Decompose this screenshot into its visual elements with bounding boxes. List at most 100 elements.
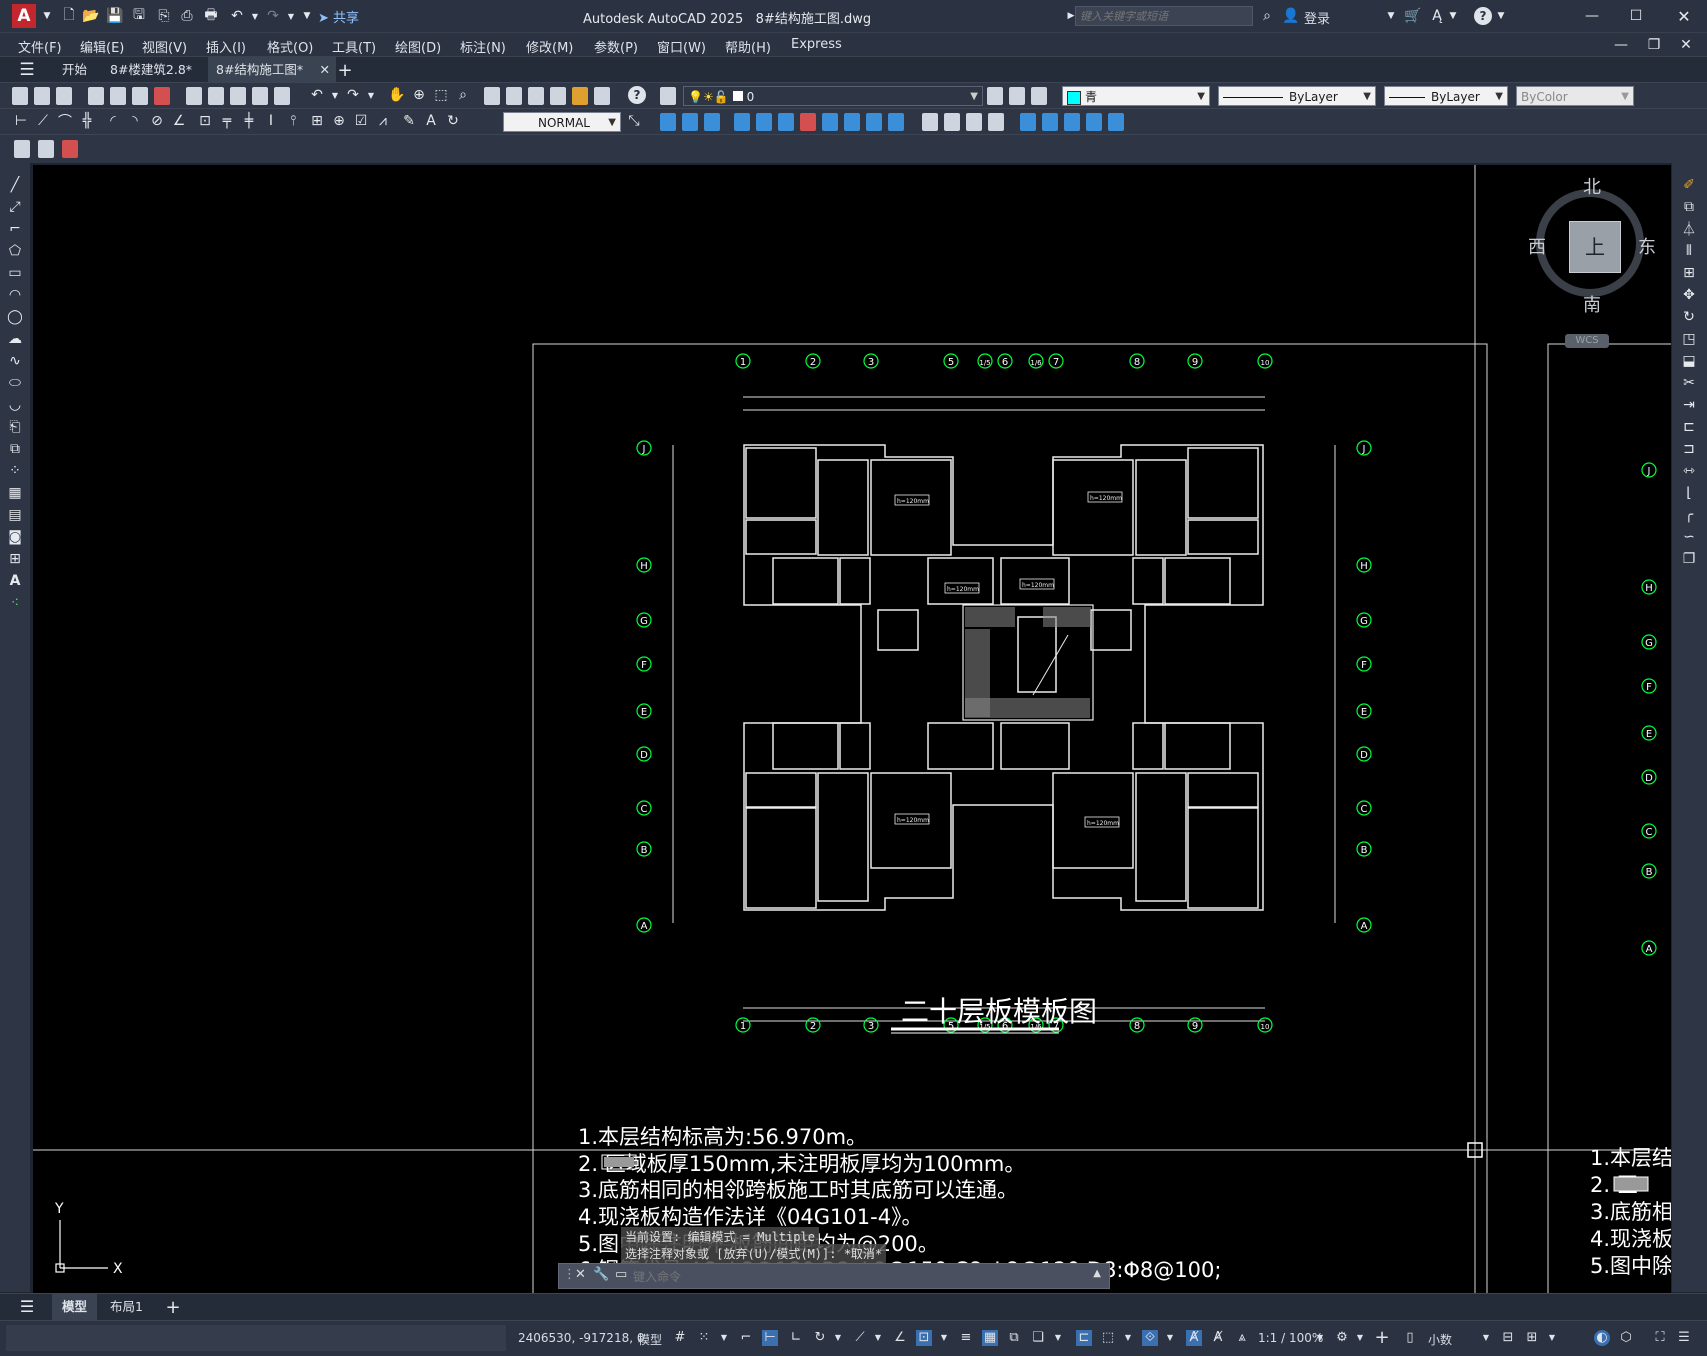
insert-block-icon[interactable]: ⎗ bbox=[6, 418, 24, 436]
search-input[interactable] bbox=[1075, 6, 1253, 26]
pan-icon[interactable]: ✋ bbox=[388, 86, 406, 104]
layout-template-icon[interactable] bbox=[38, 140, 54, 158]
dimbreak-icon[interactable]: ⫯ bbox=[284, 112, 302, 130]
dimupdate-icon[interactable]: ↻ bbox=[444, 112, 462, 130]
tolerance-icon[interactable]: ⊞ bbox=[308, 112, 326, 130]
autodesk-dropdown-icon[interactable]: ▼ bbox=[1444, 7, 1462, 25]
undo-dropdown-icon[interactable]: ▼ bbox=[246, 7, 264, 25]
save-web-icon[interactable]: ⎙ bbox=[178, 7, 196, 25]
polar-dropdown-icon[interactable]: ▼ bbox=[830, 1330, 846, 1346]
new-tab-icon[interactable]: + bbox=[336, 60, 354, 81]
add-selected-icon[interactable]: ⁖ bbox=[6, 594, 24, 612]
zoom-window-icon[interactable]: ⬚ bbox=[432, 86, 450, 104]
otrack-icon[interactable]: ∠ bbox=[892, 1330, 908, 1346]
dynamic-ucs-icon[interactable]: ⊏ bbox=[1076, 1330, 1092, 1346]
menu-draw[interactable]: 绘图(D) bbox=[395, 37, 441, 56]
intersect-icon[interactable] bbox=[704, 113, 720, 131]
doc-close-icon[interactable]: ✕ bbox=[1677, 36, 1695, 54]
command-close-icon[interactable]: ✕ bbox=[575, 1267, 586, 1282]
publish-icon[interactable] bbox=[132, 87, 148, 105]
mirror-icon[interactable]: ⏃ bbox=[1680, 220, 1698, 238]
extend-icon[interactable]: ⇥ bbox=[1680, 396, 1698, 414]
grid-icon[interactable]: # bbox=[672, 1330, 688, 1346]
units-dropdown-icon[interactable]: ▼ bbox=[1478, 1330, 1494, 1346]
snap-dropdown-icon[interactable]: ▼ bbox=[716, 1330, 732, 1346]
layer-combo[interactable]: 💡☀🔓 0 ▼ bbox=[683, 86, 983, 106]
array-icon[interactable]: ⊞ bbox=[1680, 264, 1698, 282]
login-link[interactable]: 登录 bbox=[1304, 8, 1330, 27]
tab-architecture[interactable]: 8#楼建筑2.8* bbox=[102, 57, 200, 83]
login-dropdown-icon[interactable]: ▼ bbox=[1382, 7, 1400, 25]
polar-icon[interactable]: ↻ bbox=[812, 1330, 828, 1346]
construction-line-icon[interactable]: ⤢ bbox=[6, 198, 24, 216]
annotation-monitor-icon[interactable]: + bbox=[1374, 1329, 1390, 1347]
match-prop-icon[interactable] bbox=[252, 87, 268, 105]
model-space-button[interactable]: 模型 bbox=[638, 1331, 662, 1348]
dimspace-icon[interactable]: I bbox=[262, 112, 280, 130]
3dosnap-dropdown-icon[interactable]: ▼ bbox=[1050, 1330, 1066, 1346]
menu-express[interactable]: Express bbox=[791, 37, 842, 52]
undo-toolbar-dropdown-icon[interactable]: ▼ bbox=[326, 86, 344, 104]
extract-edges-icon[interactable] bbox=[1042, 113, 1058, 131]
union-icon[interactable] bbox=[660, 113, 676, 131]
stretch-icon[interactable]: ⬓ bbox=[1680, 352, 1698, 370]
isodraft-dropdown-icon[interactable]: ▼ bbox=[870, 1330, 886, 1346]
redo-toolbar-icon[interactable]: ↷ bbox=[344, 86, 362, 104]
plotstyle-combo[interactable]: ByColor ▼ bbox=[1516, 86, 1634, 106]
circle-icon[interactable]: ◯ bbox=[6, 308, 24, 326]
tab-model[interactable]: 模型 bbox=[52, 1294, 98, 1320]
blend-icon[interactable]: ∽ bbox=[1680, 528, 1698, 546]
fillet-icon[interactable]: ╭ bbox=[1680, 506, 1698, 524]
polygon-icon[interactable]: ⬠ bbox=[6, 242, 24, 260]
table-icon[interactable]: ⊞ bbox=[6, 550, 24, 568]
save-as-icon[interactable]: 🖫 bbox=[130, 7, 148, 25]
gizmo-dropdown-icon[interactable]: ▼ bbox=[1162, 1330, 1178, 1346]
lineweight-combo[interactable]: ByLayer ▼ bbox=[1384, 86, 1508, 106]
revcloud-icon[interactable]: ☁ bbox=[6, 330, 24, 348]
dimtedit-icon[interactable]: A bbox=[422, 112, 440, 130]
compass-east[interactable]: 东 bbox=[1638, 233, 1656, 259]
command-input[interactable] bbox=[631, 1267, 1065, 1287]
menu-view[interactable]: 视图(V) bbox=[142, 37, 187, 56]
minimize-icon[interactable]: — bbox=[1583, 7, 1601, 25]
viewcube[interactable]: 上 北 南 西 东 bbox=[1528, 173, 1658, 316]
cut-icon[interactable] bbox=[186, 87, 202, 105]
menu-tools[interactable]: 工具(T) bbox=[332, 37, 376, 56]
subtract-icon[interactable] bbox=[682, 113, 698, 131]
quick-properties-icon[interactable]: ⊟ bbox=[1500, 1330, 1516, 1346]
menu-format[interactable]: 格式(O) bbox=[267, 37, 313, 56]
layout-menu-icon[interactable]: ☰ bbox=[18, 1297, 36, 1316]
tab-structure[interactable]: 8#结构施工图* ✕ bbox=[208, 57, 336, 83]
menu-edit[interactable]: 编辑(E) bbox=[80, 37, 124, 56]
ellipse-icon[interactable]: ⬭ bbox=[6, 374, 24, 392]
linetype-combo[interactable]: ByLayer ▼ bbox=[1218, 86, 1376, 106]
doc-restore-icon[interactable]: ❐ bbox=[1645, 36, 1663, 54]
rectangle-icon[interactable]: ▭ bbox=[6, 264, 24, 282]
layer-state-icon[interactable] bbox=[1031, 87, 1047, 105]
annotation-scale-icon[interactable]: ⩓ bbox=[1234, 1330, 1250, 1346]
share-button[interactable]: ➤ 共享 bbox=[318, 7, 359, 26]
undo-toolbar-icon[interactable]: ↶ bbox=[308, 86, 326, 104]
workspace-dropdown-icon[interactable]: ▼ bbox=[1352, 1330, 1368, 1346]
region-icon[interactable]: ◙ bbox=[6, 528, 24, 546]
copy-faces-icon[interactable] bbox=[866, 113, 882, 131]
aligned-dim-icon[interactable]: ⟋ bbox=[34, 112, 52, 130]
menu-modify[interactable]: 修改(M) bbox=[526, 37, 573, 56]
drawing-canvas[interactable]: h=120mm h=120mm h=120mm h=120mm h=120mm … bbox=[33, 165, 1671, 1293]
color-faces-icon[interactable] bbox=[888, 113, 904, 131]
command-customize-icon[interactable]: 🔧 bbox=[593, 1267, 609, 1282]
page-setup-icon[interactable] bbox=[62, 140, 78, 158]
help-toolbar-icon[interactable]: ? bbox=[628, 86, 646, 104]
tool-palettes-icon[interactable] bbox=[528, 87, 544, 105]
move-faces-icon[interactable] bbox=[756, 113, 772, 131]
continue-icon[interactable]: ╪ bbox=[240, 112, 258, 130]
lineweight-icon[interactable]: ≡ bbox=[958, 1330, 974, 1346]
layer-properties-icon[interactable] bbox=[660, 87, 676, 105]
offset-icon[interactable]: ⫴ bbox=[1680, 242, 1698, 260]
search-icon[interactable]: ⌕ bbox=[1258, 7, 1276, 25]
ordinate-icon[interactable]: ╬ bbox=[78, 112, 96, 130]
radius-icon[interactable]: ◜ bbox=[104, 112, 122, 130]
jogged-linear-icon[interactable]: ⩘ bbox=[374, 112, 392, 130]
osnap-icon[interactable]: ⊡ bbox=[916, 1330, 932, 1346]
wcs-menu[interactable]: WCS bbox=[1565, 334, 1609, 348]
